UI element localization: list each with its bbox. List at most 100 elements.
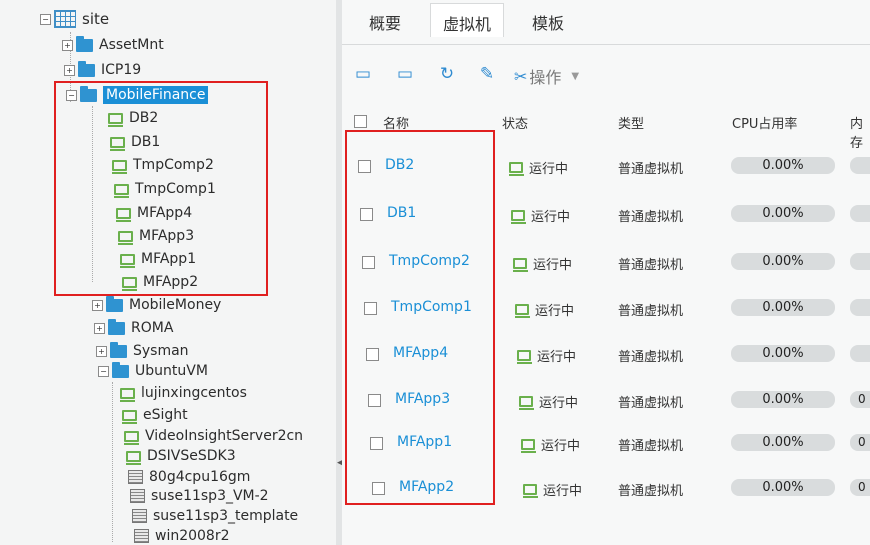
vm-status-label: 运行中	[533, 258, 573, 273]
folder-icon	[78, 60, 95, 77]
vm-status-label: 运行中	[541, 439, 581, 454]
vm-type: 普通虚拟机	[618, 350, 684, 365]
template-icon	[130, 489, 145, 503]
tree-template[interactable]: win2008r2	[134, 528, 230, 544]
vm-type: 普通虚拟机	[618, 484, 684, 499]
tree-vm[interactable]: VideoInsightServer2cn	[124, 428, 304, 445]
tree-folder-label: AssetMnt	[99, 37, 164, 53]
header-status[interactable]: 状态	[502, 113, 528, 132]
tree-root[interactable]: − site	[40, 10, 109, 28]
header-cpu[interactable]: CPU占用率	[732, 113, 797, 132]
cpu-usage-bar: 0.00%	[731, 434, 835, 451]
import-vm-icon[interactable]: ▭	[394, 64, 416, 84]
vm-type: 普通虚拟机	[618, 396, 684, 411]
vm-type: 普通虚拟机	[618, 439, 684, 454]
tree-template[interactable]: 80g4cpu16gm	[128, 469, 250, 485]
vm-status-label: 运行中	[529, 162, 569, 177]
folder-icon	[106, 295, 123, 312]
tree-template-label: suse11sp3_template	[153, 508, 299, 524]
running-vm-icon	[517, 350, 532, 364]
tree-vm[interactable]: DSIVSeSDK3	[126, 448, 236, 465]
expand-icon[interactable]: +	[94, 322, 105, 334]
cpu-usage-bar: 0.00%	[731, 157, 835, 174]
tree-vm-label: eSight	[143, 407, 188, 423]
memory-usage-bar: 0	[850, 434, 870, 451]
cpu-usage-bar: 0.00%	[731, 253, 835, 270]
vm-status: 运行中	[511, 206, 570, 225]
operations-label: 操作	[529, 68, 562, 87]
collapse-icon[interactable]: −	[40, 13, 51, 25]
tree-folder-icp19[interactable]: + ICP19	[64, 60, 142, 78]
tab-vms[interactable]: 虚拟机	[430, 3, 505, 37]
tree-folder-label: ICP19	[101, 62, 142, 78]
vm-status: 运行中	[517, 346, 576, 365]
tree-vm-label: lujinxingcentos	[141, 385, 247, 401]
memory-usage-bar	[850, 253, 870, 270]
running-vm-icon	[519, 396, 534, 410]
expand-icon[interactable]: +	[64, 64, 75, 76]
running-vm-icon	[521, 439, 536, 453]
running-vm-icon	[523, 484, 538, 498]
tree-folder-label: ROMA	[131, 320, 174, 336]
expand-icon[interactable]: +	[96, 345, 107, 357]
cpu-usage-bar: 0.00%	[731, 479, 835, 496]
running-vm-icon	[515, 304, 530, 318]
memory-usage-bar	[850, 205, 870, 222]
tree-folder-label: Sysman	[133, 343, 189, 359]
tree-folder-assetmnt[interactable]: + AssetMnt	[62, 35, 164, 53]
vm-status: 运行中	[515, 300, 574, 319]
wrench-icon: ✂	[514, 66, 528, 86]
tree-folder-roma[interactable]: + ROMA	[94, 318, 174, 336]
tree-folder-mobilemoney[interactable]: + MobileMoney	[92, 295, 221, 313]
chevron-down-icon: ▼	[571, 70, 580, 82]
tree-template[interactable]: suse11sp3_template	[132, 508, 298, 524]
memory-usage-bar	[850, 345, 870, 362]
refresh-icon[interactable]: ↻	[436, 64, 458, 84]
operations-menu[interactable]: ✂ 操作 ▼	[514, 64, 579, 88]
vm-type: 普通虚拟机	[618, 210, 684, 225]
header-type[interactable]: 类型	[618, 113, 644, 132]
vm-status-label: 运行中	[543, 484, 583, 499]
tree-panel: − site + AssetMnt + ICP19 − MobileFinanc…	[0, 0, 336, 545]
vm-icon	[122, 409, 137, 424]
memory-usage-bar	[850, 157, 870, 174]
vm-type: 普通虚拟机	[618, 162, 684, 177]
tree-folder-label: UbuntuVM	[135, 363, 208, 379]
tree-folder-sysman[interactable]: + Sysman	[96, 341, 189, 359]
tree-template-label: 80g4cpu16gm	[149, 469, 251, 485]
expand-icon[interactable]: +	[62, 39, 73, 51]
tree-vm[interactable]: lujinxingcentos	[120, 385, 247, 402]
memory-usage-bar: 0	[850, 479, 870, 496]
running-vm-icon	[511, 210, 526, 224]
vm-status: 运行中	[509, 158, 568, 177]
vm-status: 运行中	[513, 254, 572, 273]
vm-status-label: 运行中	[531, 210, 571, 225]
create-vm-icon[interactable]: ▭	[352, 64, 374, 84]
tree-root-label: site	[82, 10, 110, 28]
expand-icon[interactable]: +	[92, 299, 103, 311]
tree-template-label: suse11sp3_VM-2	[151, 488, 269, 504]
tree-vm-label: VideoInsightServer2cn	[145, 428, 304, 444]
folder-icon	[112, 361, 129, 378]
folder-icon	[108, 318, 125, 335]
tree-folder-ubuntuvm[interactable]: − UbuntuVM	[98, 361, 208, 379]
vm-status-label: 运行中	[539, 396, 579, 411]
export-icon[interactable]: ✎	[476, 64, 498, 84]
tree-vm[interactable]: eSight	[122, 407, 188, 424]
tab-templates[interactable]: 模板	[532, 10, 564, 34]
cpu-usage-bar: 0.00%	[731, 345, 835, 362]
collapse-icon[interactable]: −	[98, 365, 109, 377]
template-icon	[132, 509, 147, 523]
template-icon	[134, 529, 149, 543]
select-all-checkbox[interactable]	[354, 115, 367, 128]
vm-status: 运行中	[519, 392, 578, 411]
vm-type: 普通虚拟机	[618, 304, 684, 319]
running-vm-icon	[509, 162, 524, 176]
folder-icon	[110, 341, 127, 358]
tab-bar: 概要 虚拟机 模板	[342, 0, 870, 45]
tree-template[interactable]: suse11sp3_VM-2	[130, 488, 269, 504]
tab-overview[interactable]: 概要	[369, 10, 401, 34]
cpu-usage-bar: 0.00%	[731, 299, 835, 316]
folder-icon	[76, 35, 93, 52]
highlight-box-table	[345, 130, 495, 505]
